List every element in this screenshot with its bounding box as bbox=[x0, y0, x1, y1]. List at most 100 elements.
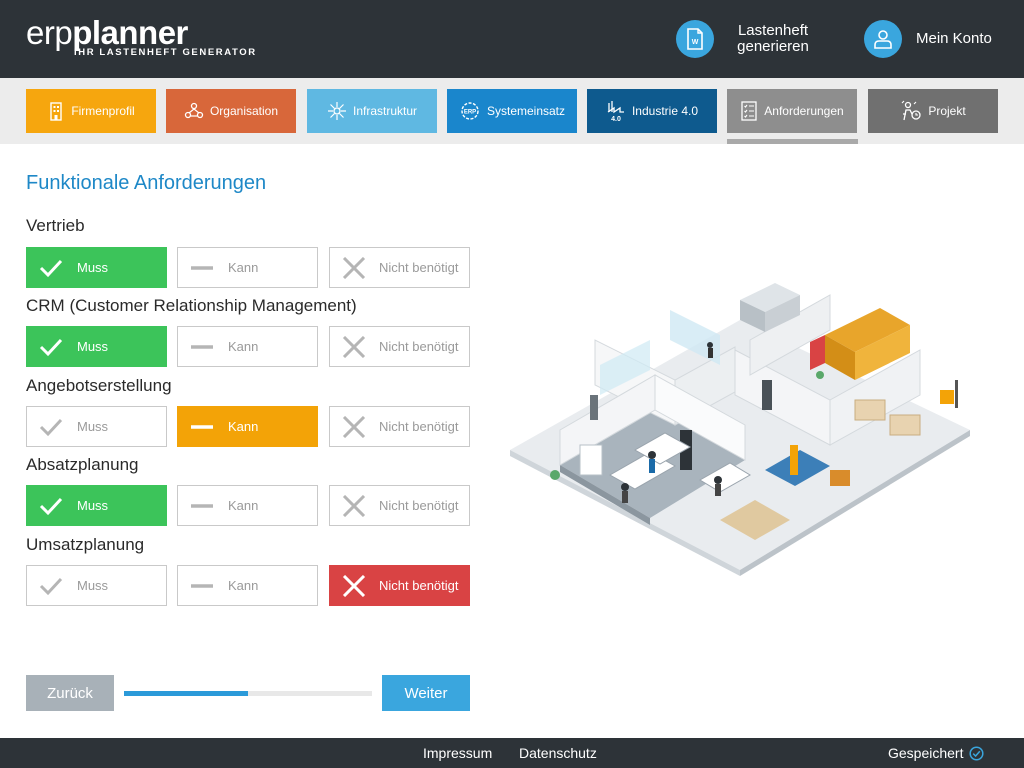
tab-projekt-label: Projekt bbox=[928, 104, 966, 118]
option-label-nicht: Nicht benötigt bbox=[379, 578, 459, 593]
angebotserstellung-option-nicht-benoetigt[interactable]: Nicht benötigt bbox=[329, 406, 470, 447]
app-header: erpplanner IHR LASTENHEFT GENERATOR W La… bbox=[0, 0, 1024, 78]
dash-icon bbox=[191, 266, 213, 270]
option-label-nicht: Nicht benötigt bbox=[379, 339, 459, 354]
requirement-label-umsatzplanung: Umsatzplanung bbox=[26, 535, 145, 554]
dash-icon bbox=[191, 584, 213, 588]
logo-planner: planner bbox=[72, 14, 188, 51]
factory-icon: 4.0 bbox=[607, 101, 624, 122]
angebotserstellung-option-muss[interactable]: Muss bbox=[26, 406, 167, 447]
checkmark-icon bbox=[39, 418, 63, 437]
next-button[interactable]: Weiter bbox=[382, 675, 470, 711]
org-people-icon bbox=[184, 102, 204, 119]
umsatzplanung-option-kann[interactable]: Kann bbox=[177, 565, 318, 606]
crm-option-kann[interactable]: Kann bbox=[177, 326, 318, 367]
active-tab-indicator bbox=[727, 139, 858, 144]
app-footer: Impressum Datenschutz Gespeichert bbox=[0, 738, 1024, 768]
option-label-nicht: Nicht benötigt bbox=[379, 498, 459, 513]
tab-infrastruktur-label: Infrastruktur bbox=[352, 104, 418, 118]
option-label-kann: Kann bbox=[228, 419, 259, 434]
isometric-company-illustration bbox=[510, 283, 970, 576]
tab-infrastruktur[interactable]: Infrastruktur bbox=[307, 89, 437, 133]
absatzplanung-option-muss[interactable]: Muss bbox=[26, 485, 167, 526]
tab-industrie-40-label: Industrie 4.0 bbox=[631, 104, 699, 118]
tab-industrie-40[interactable]: 4.0 Industrie 4.0 bbox=[587, 89, 717, 133]
option-label-kann: Kann bbox=[228, 339, 259, 354]
vertrieb-option-muss[interactable]: Muss bbox=[26, 247, 167, 288]
check-circle-icon bbox=[969, 745, 985, 761]
word-document-icon: W bbox=[676, 20, 714, 58]
saved-status: Gespeichert bbox=[888, 745, 985, 761]
svg-text:ERP: ERP bbox=[464, 110, 476, 116]
vertrieb-option-nicht-benoetigt[interactable]: Nicht benötigt bbox=[329, 247, 470, 288]
building-icon bbox=[50, 102, 63, 121]
step-navigation: Firmenprofil Organisation Infrastruktur … bbox=[0, 78, 1024, 144]
cross-icon bbox=[342, 257, 366, 279]
option-label-kann: Kann bbox=[228, 260, 259, 275]
svg-text:W: W bbox=[692, 39, 699, 46]
network-icon bbox=[327, 102, 346, 120]
cross-icon bbox=[342, 336, 366, 358]
erpplanner-logo[interactable]: erpplanner IHR LASTENHEFT GENERATOR bbox=[26, 16, 255, 59]
tab-systemeinsatz[interactable]: ERP Systemeinsatz bbox=[447, 89, 577, 133]
tab-organisation[interactable]: Organisation bbox=[166, 89, 296, 133]
account-label: Mein Konto bbox=[916, 30, 992, 47]
checkmark-icon bbox=[39, 259, 63, 278]
generate-lastenheft-button[interactable]: W Lastenheft generieren bbox=[676, 20, 818, 58]
tab-firmenprofil-label: Firmenprofil bbox=[71, 104, 135, 118]
my-account-button[interactable]: Mein Konto bbox=[864, 20, 992, 58]
option-label-muss: Muss bbox=[77, 498, 109, 513]
option-label-muss: Muss bbox=[77, 419, 109, 434]
umsatzplanung-option-muss[interactable]: Muss bbox=[26, 565, 167, 606]
tab-projekt[interactable]: Projekt bbox=[868, 89, 998, 133]
absatzplanung-option-kann[interactable]: Kann bbox=[177, 485, 318, 526]
lastenheft-label: Lastenheft generieren bbox=[728, 23, 818, 55]
option-label-kann: Kann bbox=[228, 498, 259, 513]
crm-option-muss[interactable]: Muss bbox=[26, 326, 167, 367]
logo-erp: erp bbox=[26, 14, 73, 51]
crm-option-nicht-benoetigt[interactable]: Nicht benötigt bbox=[329, 326, 470, 367]
tab-systemeinsatz-label: Systemeinsatz bbox=[486, 104, 566, 118]
datenschutz-link[interactable]: Datenschutz bbox=[519, 745, 597, 761]
tab-anforderungen[interactable]: Anforderungen bbox=[727, 89, 857, 133]
svg-text:4.0: 4.0 bbox=[611, 116, 621, 122]
requirement-label-vertrieb: Vertrieb bbox=[26, 216, 85, 235]
logo-tagline: IHR LASTENHEFT GENERATOR bbox=[74, 47, 257, 58]
checkmark-icon bbox=[39, 497, 63, 516]
requirement-label-absatzplanung: Absatzplanung bbox=[26, 455, 139, 474]
logo-wordmark: erpplanner bbox=[26, 16, 188, 50]
tab-firmenprofil[interactable]: Firmenprofil bbox=[26, 89, 156, 133]
option-label-muss: Muss bbox=[77, 260, 109, 275]
umsatzplanung-option-nicht-benoetigt[interactable]: Nicht benötigt bbox=[329, 565, 470, 606]
dash-icon bbox=[191, 425, 213, 429]
option-label-kann: Kann bbox=[228, 578, 259, 593]
cross-icon bbox=[342, 575, 366, 597]
page-title: Funktionale Anforderungen bbox=[26, 172, 267, 194]
option-label-nicht: Nicht benötigt bbox=[379, 260, 459, 275]
absatzplanung-option-nicht-benoetigt[interactable]: Nicht benötigt bbox=[329, 485, 470, 526]
lastenheft-label-line1: Lastenheft bbox=[737, 22, 809, 39]
erp-gear-icon: ERP bbox=[461, 102, 479, 120]
progress-bar bbox=[124, 691, 372, 696]
checkmark-icon bbox=[39, 338, 63, 357]
option-label-muss: Muss bbox=[77, 578, 109, 593]
back-button[interactable]: Zurück bbox=[26, 675, 114, 711]
tab-anforderungen-label: Anforderungen bbox=[764, 104, 844, 118]
dash-icon bbox=[191, 345, 213, 349]
tab-organisation-label: Organisation bbox=[209, 104, 279, 118]
lastenheft-label-line2: generieren bbox=[737, 38, 809, 55]
option-label-muss: Muss bbox=[77, 339, 109, 354]
angebotserstellung-option-kann[interactable]: Kann bbox=[177, 406, 318, 447]
checklist-icon bbox=[741, 101, 757, 121]
requirement-label-crm: CRM (Customer Relationship Management) bbox=[26, 296, 357, 315]
vertrieb-option-kann[interactable]: Kann bbox=[177, 247, 318, 288]
saved-status-label: Gespeichert bbox=[888, 745, 964, 761]
project-worker-icon bbox=[901, 100, 921, 121]
user-icon bbox=[864, 20, 902, 58]
option-label-nicht: Nicht benötigt bbox=[379, 419, 459, 434]
requirement-label-angebotserstellung: Angebotserstellung bbox=[26, 376, 172, 395]
progress-fill bbox=[124, 691, 248, 696]
checkmark-icon bbox=[39, 577, 63, 596]
dash-icon bbox=[191, 504, 213, 508]
impressum-link[interactable]: Impressum bbox=[423, 745, 492, 761]
